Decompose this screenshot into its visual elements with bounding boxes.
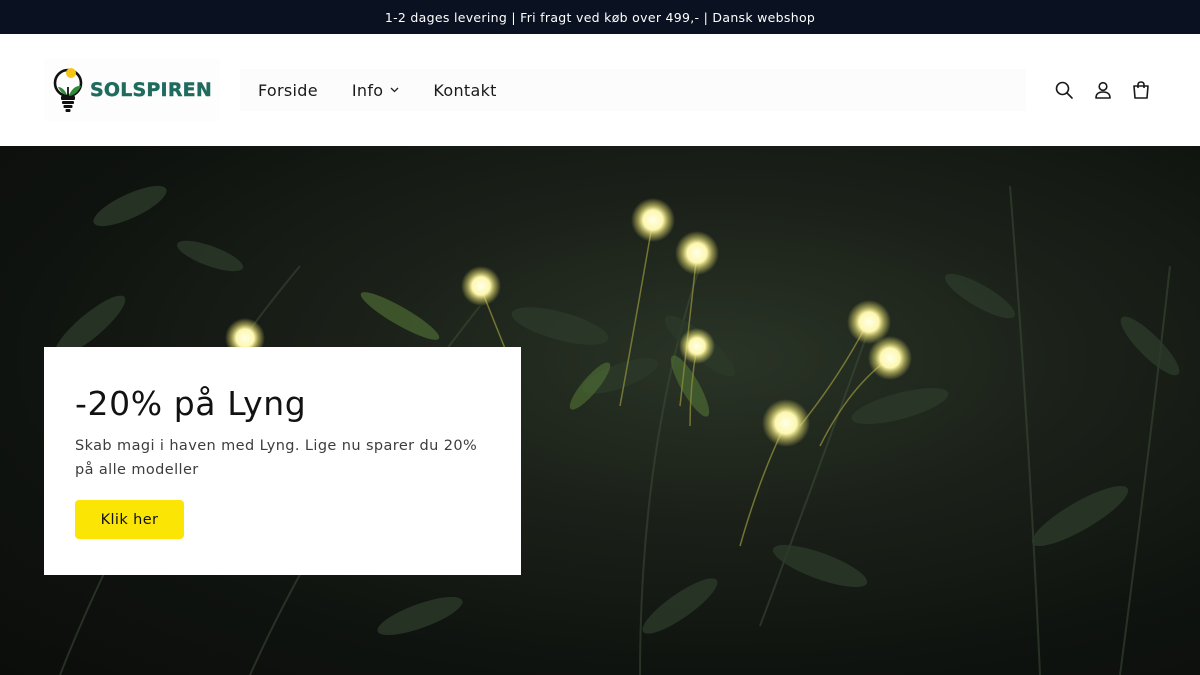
nav-label: Kontakt bbox=[433, 80, 497, 100]
search-button[interactable] bbox=[1052, 78, 1076, 102]
header-icons bbox=[1052, 78, 1168, 102]
promo-description: Skab magi i haven med Lyng. Lige nu spar… bbox=[75, 438, 478, 478]
announcement-text: 1-2 dages levering | Fri fragt ved køb o… bbox=[384, 9, 816, 25]
lightbulb-sprout-icon bbox=[53, 68, 83, 112]
cart-button[interactable] bbox=[1129, 78, 1153, 102]
nav-label: Forside bbox=[258, 80, 318, 100]
promo-card: -20% på Lyng Skab magi i haven med Lyng.… bbox=[44, 347, 521, 575]
nav-item-info[interactable]: Info bbox=[352, 81, 399, 100]
logo[interactable]: SOLSPIREN bbox=[44, 59, 220, 121]
site-header: SOLSPIREN Forside Info Kontakt bbox=[0, 34, 1200, 146]
nav-label: Info bbox=[351, 80, 384, 100]
hero-banner: -20% på Lyng Skab magi i haven med Lyng.… bbox=[0, 146, 1200, 675]
announcement-bar: 1-2 dages levering | Fri fragt ved køb o… bbox=[0, 0, 1200, 34]
promo-title: -20% på Lyng bbox=[75, 384, 307, 423]
account-icon bbox=[1094, 81, 1111, 99]
nav-item-forside[interactable]: Forside bbox=[258, 81, 318, 100]
chevron-down-icon bbox=[390, 86, 399, 96]
main-nav: Forside Info Kontakt bbox=[240, 69, 1026, 111]
account-button[interactable] bbox=[1091, 78, 1115, 102]
cta-label: Klik her bbox=[100, 511, 159, 528]
cta-button[interactable]: Klik her bbox=[75, 500, 184, 539]
search-icon bbox=[1055, 81, 1073, 99]
cart-icon bbox=[1133, 81, 1149, 99]
logo-text: SOLSPIREN bbox=[90, 79, 212, 101]
nav-item-kontakt[interactable]: Kontakt bbox=[433, 81, 496, 100]
